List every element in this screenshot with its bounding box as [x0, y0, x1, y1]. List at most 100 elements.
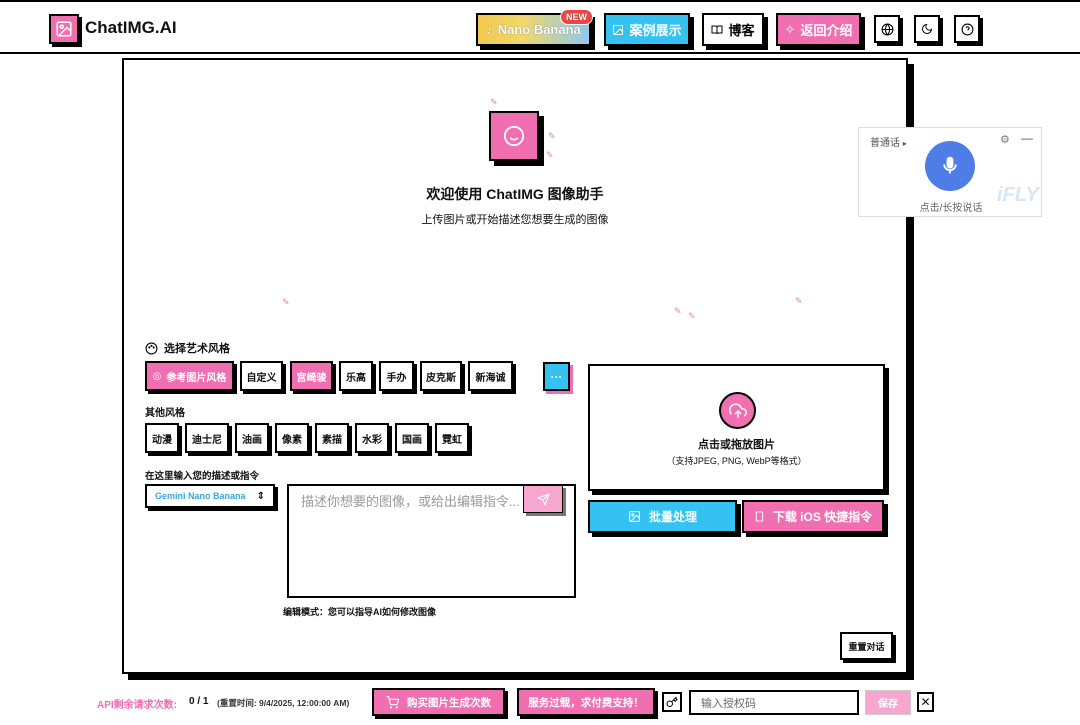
auth-code-input[interactable]: 输入授权码 [689, 690, 859, 715]
sparkle-icon: ✎ [674, 306, 682, 316]
sparkle-icon: ✎ [548, 131, 556, 141]
style-chip-reference[interactable]: ◎ 参考图片风格 [145, 361, 234, 391]
moon-icon [922, 23, 933, 34]
help-button[interactable] [954, 15, 980, 43]
style-chip-label: 皮克斯 [426, 372, 456, 384]
banana-icon: ♪ [486, 22, 493, 37]
style-chip-label: 油画 [242, 434, 262, 446]
prompt-placeholder: 描述你想要的图像，或给出编辑指令... [301, 494, 520, 509]
model-select-value: Gemini Nano Banana [155, 491, 246, 501]
sparkle-icon: ✎ [546, 150, 554, 160]
ifly-logo: iFLY [997, 184, 1039, 206]
voice-language-select[interactable]: 普通话 ▸ [870, 134, 907, 149]
style-chip-custom[interactable]: 自定义 [240, 361, 283, 391]
back-to-intro-button[interactable]: ✧ 返回介绍 [776, 13, 861, 46]
cart-icon [386, 695, 399, 708]
logo-icon[interactable] [49, 14, 79, 44]
images-icon [629, 511, 640, 522]
sparkle-icon: ✎ [688, 311, 696, 321]
ios-label: 下载 iOS 快捷指令 [772, 510, 873, 524]
auth-code-placeholder: 输入授权码 [701, 697, 756, 710]
send-icon [536, 492, 550, 506]
style-chip-label: 国画 [402, 434, 422, 446]
voice-language-label: 普通话 [870, 138, 900, 149]
style-chip-label: 乐高 [346, 372, 366, 384]
style-chip-sketch[interactable]: 素描 [315, 423, 349, 453]
style-chip-label: 素描 [322, 434, 342, 446]
style-chip-label: 宫崎骏 [296, 372, 327, 384]
caret-right-icon: ▸ [902, 139, 907, 148]
blog-button[interactable]: 博客 [702, 13, 764, 46]
style-chip-label: 自定义 [246, 372, 277, 384]
style-chip-oil[interactable]: 油画 [235, 423, 269, 453]
send-button[interactable] [523, 485, 563, 513]
other-styles-title: 其他风格 [145, 408, 185, 419]
buy-credits-button[interactable]: 购买图片生成次数 [372, 688, 505, 716]
book-icon [711, 25, 723, 34]
style-chip-label: 像素 [282, 434, 302, 446]
language-button[interactable] [874, 15, 900, 43]
phone-icon [755, 511, 763, 522]
app-name[interactable]: ChatIMG.AI [85, 18, 177, 38]
blog-label: 博客 [728, 23, 755, 38]
style-chip-figure[interactable]: 手办 [379, 361, 414, 391]
style-chip-label: 水彩 [362, 434, 382, 446]
sparkle-icon: ✎ [490, 97, 498, 107]
style-chip-label: 迪士尼 [192, 434, 222, 446]
back-label: 返回介绍 [800, 23, 853, 38]
cases-button[interactable]: 案例展示 [604, 13, 690, 46]
close-icon[interactable]: ✕ [917, 692, 934, 712]
nano-banana-button[interactable]: ♪ Nano Banana NEW [476, 9, 593, 46]
batch-process-button[interactable]: 批量处理 [588, 500, 737, 533]
prompt-label: 在这里输入您的描述或指令 [145, 471, 260, 482]
style-chip-label: 霓虹 [442, 434, 462, 446]
top-navbar: ChatIMG.AI ♪ Nano Banana NEW 案例展示 博客 ✧ 返… [0, 0, 1080, 54]
model-select[interactable]: Gemini Nano Banana ⇕ [145, 484, 275, 508]
smile-icon [489, 111, 539, 161]
api-reset-time: (重置时间: 9/4/2025, 12:00:00 AM) [217, 698, 350, 708]
style-section-title: 选择艺术风格 [145, 340, 230, 356]
style-chip-miyazaki[interactable]: 宫崎骏 [290, 361, 333, 391]
new-badge: NEW [560, 9, 593, 25]
style-chip-label: 新海诚 [475, 372, 506, 384]
key-icon [666, 696, 678, 707]
minimize-icon[interactable]: — [1021, 131, 1033, 145]
reset-conversation-button[interactable]: 重置对话 [840, 632, 893, 660]
api-remaining-label: API剩余请求次数: [97, 700, 177, 711]
sparkle-icon: ✎ [795, 296, 803, 306]
save-button[interactable]: 保存 [865, 690, 911, 715]
upload-cloud-icon [719, 392, 756, 429]
microphone-button[interactable] [925, 141, 975, 191]
ios-shortcut-button[interactable]: 下载 iOS 快捷指令 [742, 500, 884, 533]
gear-icon[interactable]: ⚙ [1000, 133, 1010, 146]
style-chip-label: 动漫 [152, 434, 172, 446]
upload-title: 点击或拖放图片 [698, 439, 775, 451]
style-chip-pixel[interactable]: 像素 [275, 423, 309, 453]
globe-icon [881, 23, 893, 35]
key-button[interactable] [662, 692, 682, 712]
style-chip-anime[interactable]: 动漫 [145, 423, 179, 453]
sparkle-icon: ✧ [784, 21, 796, 37]
theme-toggle-button[interactable] [914, 15, 940, 43]
cases-label: 案例展示 [629, 23, 682, 38]
style-chip-shinkai[interactable]: 新海诚 [468, 361, 513, 391]
style-chip-pixar[interactable]: 皮克斯 [420, 361, 462, 391]
microphone-icon [943, 156, 957, 174]
style-chip-watercolor[interactable]: 水彩 [355, 423, 389, 453]
style-chip-lego[interactable]: 乐高 [339, 361, 373, 391]
style-section-label: 选择艺术风格 [164, 343, 230, 355]
palette-icon: ◎ [152, 370, 162, 382]
style-chip-ink[interactable]: 国画 [395, 423, 429, 453]
style-chip-label: 参考图片风格 [166, 372, 227, 384]
style-chip-disney[interactable]: 迪士尼 [185, 423, 229, 453]
edit-mode-hint: 编辑模式：您可以指导AI如何修改图像 [283, 607, 437, 617]
buy-label: 购买图片生成次数 [407, 696, 491, 709]
support-button[interactable]: 服务过载，求付费支持！ [517, 688, 655, 716]
upload-dropzone[interactable]: 点击或拖放图片 （支持JPEG, PNG, WebP等格式） [588, 364, 885, 491]
chevron-updown-icon: ⇕ [256, 490, 265, 502]
sparkle-icon: ✎ [282, 297, 290, 307]
more-styles-button[interactable]: ··· [543, 362, 570, 391]
upload-subtitle: （支持JPEG, PNG, WebP等格式） [666, 456, 807, 466]
style-chip-neon[interactable]: 霓虹 [435, 423, 469, 453]
palette-icon [145, 342, 158, 354]
